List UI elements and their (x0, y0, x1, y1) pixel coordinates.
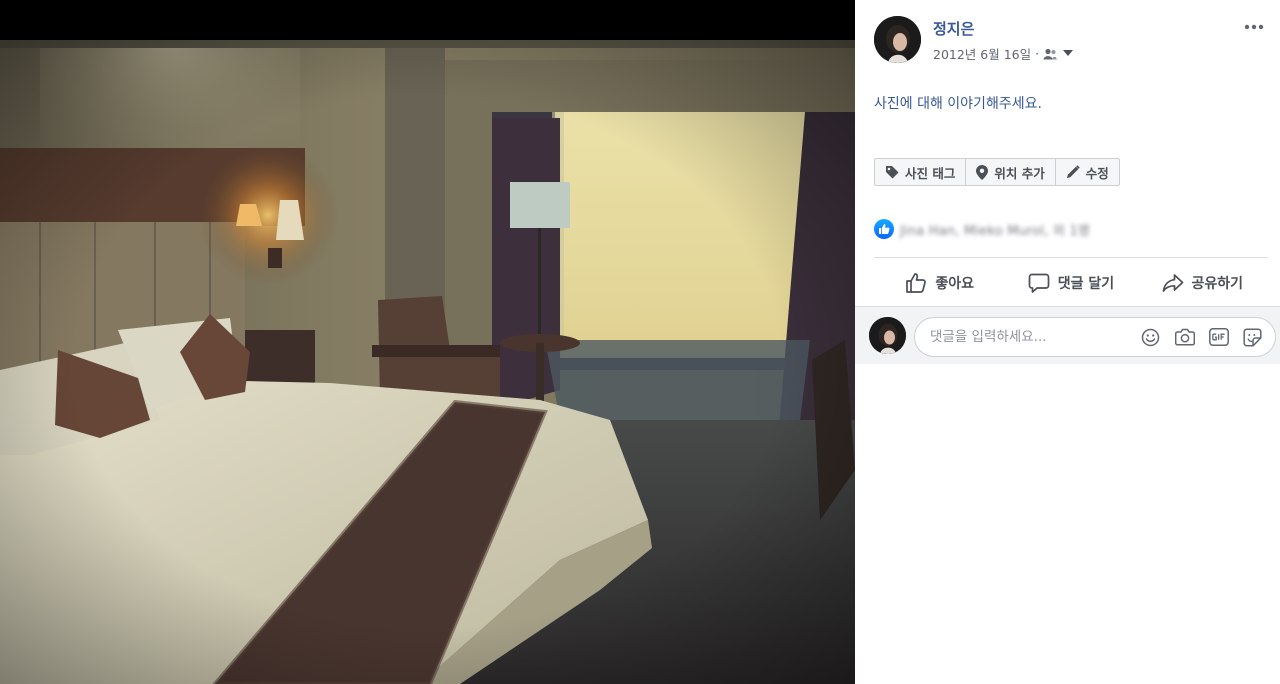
more-options-button[interactable] (1240, 14, 1268, 40)
edit-label: 수정 (1085, 165, 1109, 181)
emoji-icon[interactable] (1140, 327, 1161, 348)
tag-photo-button[interactable]: 사진 태그 (875, 159, 967, 185)
photo-action-group: 사진 태그 위치 추가 수정 (874, 158, 1120, 186)
location-pin-icon (976, 164, 989, 180)
share-arrow-icon (1162, 274, 1183, 292)
author-name[interactable]: 정지은 (933, 18, 974, 39)
like-reaction-icon (874, 219, 894, 239)
divider (874, 257, 1268, 258)
like-button[interactable]: 좋아요 (874, 262, 1005, 304)
tag-icon (886, 166, 899, 179)
comment-input[interactable] (915, 329, 1140, 345)
author-avatar[interactable] (874, 16, 921, 63)
photo-viewer (0, 0, 855, 684)
post-action-bar: 좋아요 댓글 달기 공유하기 (874, 262, 1268, 304)
sticker-icon[interactable] (1242, 327, 1263, 348)
audience-dropdown-icon[interactable] (1063, 50, 1074, 57)
share-label: 공유하기 (1191, 276, 1244, 292)
comment-input-box[interactable] (914, 317, 1276, 357)
camera-icon[interactable] (1174, 327, 1195, 348)
comment-bubble-icon (1028, 273, 1050, 293)
post-side-panel: 정지은 2012년 6월 16일 · 사진에 대해 이야기해주세요. 사진 태그… (855, 0, 1280, 684)
add-location-label: 위치 추가 (994, 165, 1045, 181)
tag-photo-label: 사진 태그 (905, 165, 956, 181)
comment-attachment-icons (1140, 327, 1275, 348)
post-meta: 2012년 6월 16일 · (933, 44, 1074, 63)
reaction-summary[interactable]: Jina Han, Mieko Murol, 외 1명 (874, 219, 1090, 239)
gif-icon[interactable] (1208, 327, 1229, 348)
pencil-icon (1066, 165, 1080, 178)
share-button[interactable]: 공유하기 (1137, 262, 1268, 304)
post-date[interactable]: 2012년 6월 16일 (933, 44, 1031, 63)
ellipsis-icon (1244, 24, 1264, 30)
current-user-avatar[interactable] (869, 317, 906, 354)
like-label: 좋아요 (935, 276, 974, 292)
hotel-room-photo (0, 0, 855, 684)
edit-button[interactable]: 수정 (1056, 159, 1119, 185)
comment-label: 댓글 달기 (1057, 276, 1115, 292)
add-location-button[interactable]: 위치 추가 (966, 159, 1056, 185)
reaction-names[interactable]: Jina Han, Mieko Murol, 외 1명 (900, 220, 1090, 239)
meta-separator: · (1035, 46, 1040, 61)
caption-prompt[interactable]: 사진에 대해 이야기해주세요. (874, 93, 1042, 113)
comment-composer (855, 306, 1280, 364)
audience-friends-icon[interactable] (1043, 48, 1057, 60)
thumbs-up-icon (906, 273, 927, 293)
comment-button[interactable]: 댓글 달기 (1005, 262, 1136, 304)
